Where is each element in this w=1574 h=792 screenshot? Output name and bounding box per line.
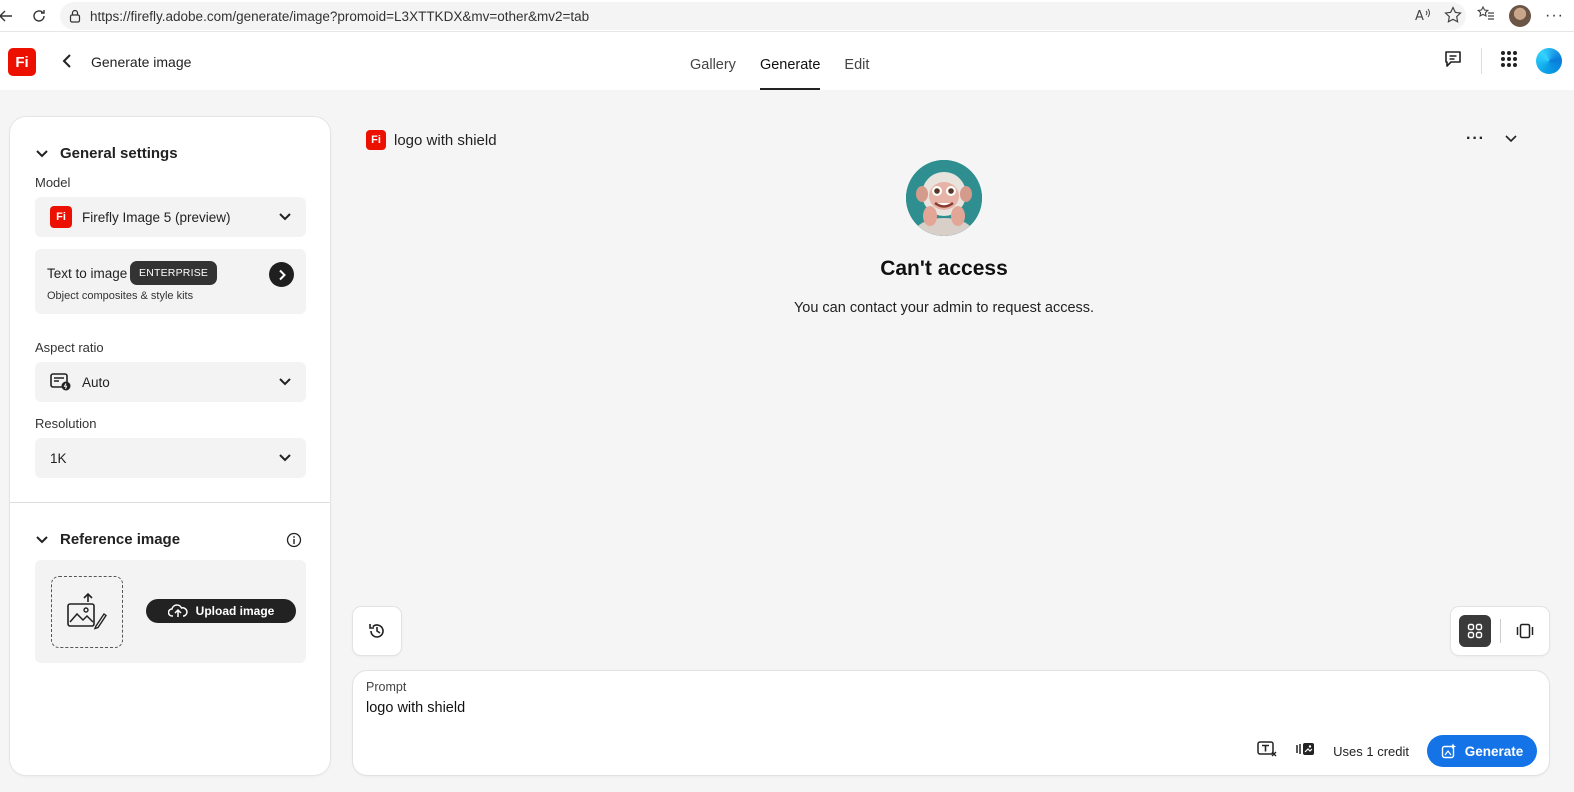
firefly-mini-logo: Fi xyxy=(366,130,386,150)
aspect-ratio-value: Auto xyxy=(82,374,110,390)
app-header: Fi Generate image Gallery Generate Edit xyxy=(0,32,1574,90)
lock-icon xyxy=(68,8,84,24)
address-bar[interactable]: https://firefly.adobe.com/generate/image… xyxy=(60,2,1466,30)
back-chevron-icon[interactable] xyxy=(58,52,76,70)
back-arrow-icon[interactable] xyxy=(0,6,16,26)
generation-title: logo with shield xyxy=(394,131,497,149)
favorite-star-icon[interactable] xyxy=(1444,6,1462,29)
text-to-image-title: Text to image xyxy=(47,266,128,281)
grid-view-button[interactable] xyxy=(1459,615,1491,647)
history-button[interactable] xyxy=(353,607,401,655)
carousel-view-icon xyxy=(1516,623,1534,639)
aspect-ratio-icon xyxy=(50,372,72,392)
generate-label: Generate xyxy=(1464,743,1524,759)
prompt-input[interactable]: logo with shield xyxy=(366,700,465,716)
view-toggle xyxy=(1451,607,1549,655)
resolution-select[interactable]: 1K xyxy=(35,438,306,478)
upload-image-button[interactable]: Upload image xyxy=(146,599,296,623)
text-to-image-card[interactable]: Text to image ENTERPRISE Object composit… xyxy=(35,249,306,314)
image-drop-zone[interactable] xyxy=(51,576,123,648)
carousel-view-button[interactable] xyxy=(1509,615,1541,647)
info-icon[interactable] xyxy=(286,532,302,548)
model-value: Firefly Image 5 (preview) xyxy=(82,209,231,225)
browser-toolbar: https://firefly.adobe.com/generate/image… xyxy=(0,0,1574,32)
text-to-image-subtitle: Object composites & style kits xyxy=(47,290,194,302)
chevron-down-icon xyxy=(279,378,291,386)
profile-avatar[interactable] xyxy=(1509,5,1532,27)
panel-divider xyxy=(10,502,330,503)
collapse-chevron-icon[interactable] xyxy=(1505,130,1517,148)
chevron-right-icon[interactable] xyxy=(269,262,294,287)
feedback-icon[interactable] xyxy=(1443,49,1463,74)
monkey-illustration xyxy=(906,160,982,236)
generate-button[interactable]: Generate xyxy=(1427,735,1537,767)
prompt-label: Prompt xyxy=(366,680,407,694)
read-aloud-icon[interactable]: A xyxy=(1414,6,1432,29)
app-grid-icon[interactable] xyxy=(1500,50,1518,73)
url-text: https://firefly.adobe.com/generate/image… xyxy=(90,8,590,24)
reference-image-title: Reference image xyxy=(60,531,181,548)
chevron-down-icon xyxy=(279,213,291,221)
toggle-divider xyxy=(1500,619,1501,643)
access-title: Can't access xyxy=(880,257,1008,280)
header-divider xyxy=(1481,48,1482,74)
chevron-down-icon xyxy=(36,535,48,543)
generate-sparkle-icon xyxy=(1441,743,1456,759)
generation-title-row: Fi logo with shield xyxy=(366,130,497,150)
svg-text:A: A xyxy=(1415,9,1424,24)
style-reference-icon[interactable] xyxy=(1295,741,1315,762)
tab-edit[interactable]: Edit xyxy=(844,32,869,90)
resolution-label: Resolution xyxy=(35,416,97,431)
aspect-ratio-select[interactable]: Auto xyxy=(35,362,306,402)
more-options-icon[interactable]: ··· xyxy=(1466,130,1485,148)
enterprise-badge: ENTERPRISE xyxy=(130,261,218,285)
chevron-down-icon xyxy=(36,149,48,157)
page-title: Generate image xyxy=(91,54,192,70)
general-settings-title: General settings xyxy=(60,145,178,162)
general-settings-header[interactable]: General settings xyxy=(36,145,178,162)
generation-actions: ··· xyxy=(1466,130,1517,148)
credit-usage: Uses 1 credit xyxy=(1333,743,1409,759)
more-menu-icon[interactable]: ··· xyxy=(1545,7,1564,25)
favorites-icon[interactable] xyxy=(1476,5,1495,28)
history-icon xyxy=(369,624,384,638)
settings-panel: General settings Model Fi Firefly Image … xyxy=(10,117,330,775)
user-avatar[interactable] xyxy=(1536,48,1562,74)
firefly-model-icon: Fi xyxy=(50,206,72,228)
refresh-icon[interactable] xyxy=(29,6,49,26)
firefly-logo[interactable]: Fi xyxy=(8,48,36,76)
cloud-upload-icon xyxy=(167,604,188,617)
top-tabs: Gallery Generate Edit xyxy=(690,32,869,90)
model-select[interactable]: Fi Firefly Image 5 (preview) xyxy=(35,197,306,237)
tab-gallery[interactable]: Gallery xyxy=(690,32,736,90)
tab-generate[interactable]: Generate xyxy=(759,32,821,90)
upload-image-label: Upload image xyxy=(195,604,275,618)
grid-view-icon xyxy=(1467,623,1483,639)
reference-image-header[interactable]: Reference image xyxy=(36,531,180,548)
model-label: Model xyxy=(35,175,71,190)
chevron-down-icon xyxy=(279,454,291,462)
resolution-value: 1K xyxy=(50,450,67,466)
text-effects-icon[interactable] xyxy=(1257,740,1277,763)
image-upload-icon xyxy=(67,592,107,630)
access-message: You can contact your admin to request ac… xyxy=(793,300,1095,316)
reference-image-card: Upload image xyxy=(35,560,306,663)
prompt-box[interactable]: Prompt logo with shield Uses 1 credit Ge… xyxy=(353,671,1549,775)
aspect-ratio-label: Aspect ratio xyxy=(35,340,104,355)
